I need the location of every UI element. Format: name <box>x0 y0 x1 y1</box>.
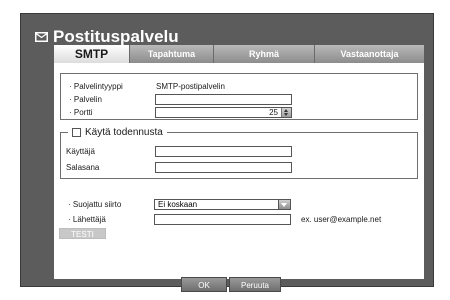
port-stepper[interactable]: 25 <box>155 107 292 118</box>
cancel-button[interactable]: Peruuta <box>229 277 281 292</box>
auth-checkbox-label: Käytä todennusta <box>85 126 163 138</box>
tab-vastaanottaja[interactable]: Vastaanottaja <box>315 45 424 63</box>
tab-ryhma[interactable]: Ryhmä <box>214 45 315 63</box>
tab-tapahtuma[interactable]: Tapahtuma <box>130 45 214 63</box>
mail-icon <box>35 32 48 42</box>
tab-smtp[interactable]: SMTP <box>54 45 130 63</box>
spin-up-icon[interactable] <box>284 109 288 112</box>
smtp-panel: · Palvelintyyppi SMTP-postipalvelin · Pa… <box>54 63 424 279</box>
secure-transfer-label: · Suojattu siirto <box>68 200 122 209</box>
sender-input[interactable] <box>154 214 291 225</box>
server-label: · Palvelin <box>69 95 102 104</box>
secure-transfer-value: Ei koskaan <box>158 200 198 209</box>
password-input[interactable] <box>155 162 292 173</box>
secure-transfer-select[interactable]: Ei koskaan <box>154 199 291 210</box>
port-value: 25 <box>269 108 278 117</box>
password-label: Salasana <box>66 163 100 172</box>
port-label: · Portti <box>69 108 93 117</box>
user-input[interactable] <box>155 146 292 157</box>
server-input[interactable] <box>155 94 292 105</box>
auth-checkbox[interactable] <box>72 127 81 137</box>
dialog-window: Postituspalvelu SMTP Tapahtuma Ryhmä Vas… <box>20 13 434 292</box>
server-type-label: · Palvelintyyppi <box>69 82 123 91</box>
chevron-down-icon[interactable] <box>278 199 291 210</box>
server-settings-group: · Palvelintyyppi SMTP-postipalvelin · Pa… <box>60 73 418 120</box>
sender-hint: ex. user@example.net <box>301 215 382 224</box>
server-type-value: SMTP-postipalvelin <box>156 82 225 91</box>
port-spin-buttons[interactable] <box>281 108 291 117</box>
user-label: Käyttäjä <box>66 147 95 156</box>
test-button[interactable]: TESTI <box>59 228 106 239</box>
sender-label: · Lähettäjä <box>68 215 106 224</box>
ok-button[interactable]: OK <box>181 277 227 292</box>
auth-group: Käyttäjä Salasana <box>60 132 418 179</box>
auth-legend: Käytä todennusta <box>68 126 167 138</box>
spin-down-icon[interactable] <box>284 113 288 116</box>
